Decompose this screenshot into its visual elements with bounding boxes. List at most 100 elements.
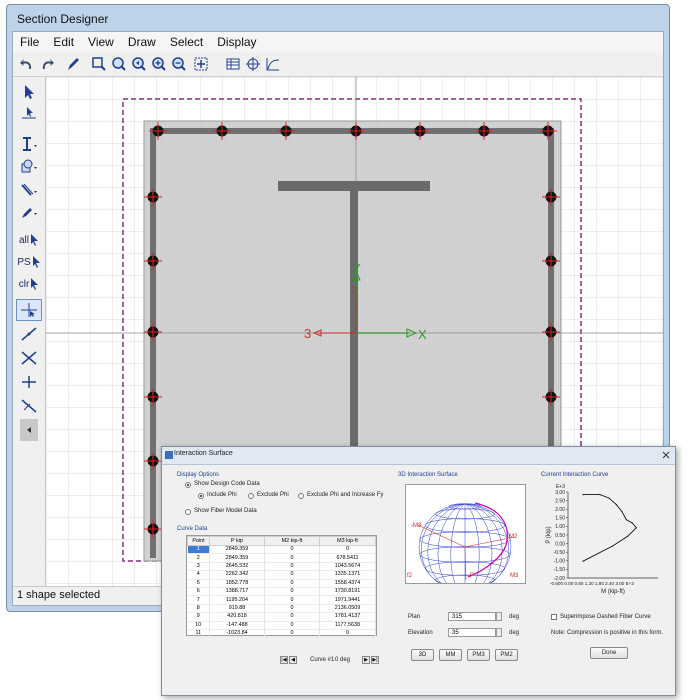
- surface-plot-panel[interactable]: -M3 M2 -P f2 M3: [405, 484, 526, 592]
- interaction-curve-line: [582, 494, 638, 562]
- view-3d-button[interactable]: 3D: [411, 649, 434, 661]
- axis-3-label: 3: [304, 326, 311, 341]
- include-phi-radio[interactable]: [198, 493, 204, 499]
- menu-draw[interactable]: Draw: [121, 32, 163, 49]
- table-row[interactable]: 1 2849.359 0 0: [187, 545, 376, 555]
- exclude-phi-radio[interactable]: [248, 493, 254, 499]
- plan-input[interactable]: 315: [448, 612, 496, 621]
- last-curve-button[interactable]: ▶|: [371, 656, 379, 664]
- zoom-window-button[interactable]: [89, 54, 109, 74]
- redo-button[interactable]: [37, 54, 57, 74]
- view-pm3-button[interactable]: PM3: [467, 649, 490, 661]
- table-cell: 1195.204: [209, 595, 265, 605]
- select-all-tool[interactable]: all: [16, 229, 42, 251]
- superimpose-checkbox[interactable]: [551, 614, 557, 620]
- draw-shape-tool[interactable]: [16, 155, 42, 177]
- window-title: Section Designer: [17, 12, 109, 26]
- curve-number-label: Curve #1: [310, 657, 335, 663]
- prev-icon: ◀: [291, 657, 295, 663]
- next-curve-button[interactable]: ▶: [362, 656, 370, 664]
- draw-reference-tool[interactable]: [16, 201, 42, 223]
- table-cell: 2849.359: [209, 545, 265, 555]
- table-row[interactable]: 9 420.818 0 1781.4137: [187, 612, 376, 622]
- exclude-increase-radio[interactable]: [298, 493, 304, 499]
- next-icon: ▶: [364, 657, 368, 663]
- title-bar: Section Designer: [7, 5, 669, 31]
- table-row[interactable]: 3 2645.532 0 1043.5674: [187, 562, 376, 572]
- pen-button[interactable]: [63, 54, 83, 74]
- menu-display[interactable]: Display: [210, 32, 263, 49]
- dialog-title: Interaction Surface: [174, 450, 233, 457]
- snap-perpendicular-tool[interactable]: [16, 371, 42, 393]
- zoom-out-button[interactable]: [169, 54, 189, 74]
- zoom-in-button[interactable]: [149, 54, 169, 74]
- table-view-button[interactable]: [223, 54, 243, 74]
- done-button[interactable]: Done: [590, 647, 628, 659]
- curve-point: [635, 527, 637, 529]
- previous-select-tool[interactable]: PS: [16, 251, 42, 273]
- toolbar-expand-button[interactable]: [20, 419, 38, 441]
- table-row[interactable]: 4 2262.342 0 1335.1371: [187, 570, 376, 580]
- curve-data-table[interactable]: Point P kip M2 kip-ft M3 kip-ft 1 2849.359 0 0…: [186, 535, 377, 639]
- menu-bar: File Edit View Draw Select Display: [13, 32, 663, 52]
- draw-rebar-line-tool[interactable]: [16, 179, 42, 201]
- table-row[interactable]: 2 2849.359 0 678.5411: [187, 553, 376, 563]
- last-icon: ▶|: [372, 657, 378, 663]
- elevation-label: Elevation: [408, 630, 433, 636]
- interaction-surface-button[interactable]: [243, 54, 263, 74]
- table-cell: 8: [187, 604, 210, 614]
- menu-file[interactable]: File: [13, 32, 46, 49]
- snap-angle-tool[interactable]: [16, 395, 42, 417]
- table-row[interactable]: 5 1852.778 0 1558.4374: [187, 579, 376, 588]
- view-pm2-button[interactable]: PM2: [495, 649, 518, 661]
- table-cell: 9: [187, 612, 210, 622]
- clear-select-tool[interactable]: clr: [16, 273, 42, 295]
- surface-label-p-neg: -P: [468, 573, 474, 579]
- pointer-tool[interactable]: [16, 81, 42, 103]
- table-row[interactable]: 6 1388.717 0 1730.8191: [187, 587, 376, 597]
- snap-intersection-tool[interactable]: [16, 299, 42, 321]
- dialog-title-bar: Interaction Surface: [162, 447, 675, 465]
- menu-select[interactable]: Select: [163, 32, 210, 49]
- pan-button[interactable]: [191, 54, 211, 74]
- table-cell: 0: [264, 545, 320, 555]
- column-header: P kip: [209, 536, 265, 546]
- table-row[interactable]: 8 919.88 0 2136.0509: [187, 604, 376, 614]
- snap-cross-tool[interactable]: [16, 347, 42, 369]
- table-cell: 0: [264, 562, 320, 572]
- elevation-spinner[interactable]: [496, 628, 502, 637]
- undo-button[interactable]: [17, 54, 37, 74]
- elevation-input[interactable]: 35: [448, 628, 496, 637]
- reshape-tool[interactable]: [16, 103, 42, 125]
- y-tick-label: 0.00: [555, 541, 565, 547]
- close-icon[interactable]: [662, 451, 670, 459]
- first-curve-button[interactable]: |◀: [280, 656, 288, 664]
- snap-line-icon: [21, 327, 37, 341]
- view-mm-button[interactable]: MM: [439, 649, 462, 661]
- table-row[interactable]: 11 -1023.84 0 0: [187, 629, 376, 639]
- table-cell: 0: [264, 553, 320, 563]
- menu-edit[interactable]: Edit: [46, 32, 81, 49]
- table-row[interactable]: 7 1195.204 0 1971.9441: [187, 595, 376, 605]
- zoom-restore-button[interactable]: [109, 54, 129, 74]
- zoom-previous-button[interactable]: [129, 54, 149, 74]
- pointer-icon: [25, 85, 34, 99]
- moment-curvature-button[interactable]: [263, 54, 283, 74]
- draw-i-section-tool[interactable]: [16, 133, 42, 155]
- table-row[interactable]: 10 -147.488 0 1177.5638: [187, 621, 376, 630]
- table-cell: 6: [187, 587, 210, 597]
- prev-curve-button[interactable]: ◀: [289, 656, 297, 664]
- show-fiber-radio[interactable]: [185, 509, 191, 515]
- table-cell: 0: [319, 629, 376, 639]
- snap-line-tool[interactable]: [16, 323, 42, 345]
- table-cell: 5: [187, 579, 210, 588]
- table-icon: [226, 58, 240, 70]
- table-cell: 0: [264, 595, 320, 605]
- show-design-radio[interactable]: [185, 482, 191, 488]
- snap-intersection-icon: [21, 303, 37, 317]
- show-design-label: Show Design Code Data: [194, 481, 260, 487]
- table-cell: 420.818: [209, 612, 265, 622]
- table-cell: 0: [319, 545, 376, 555]
- menu-view[interactable]: View: [81, 32, 121, 49]
- plan-spinner[interactable]: [496, 612, 502, 621]
